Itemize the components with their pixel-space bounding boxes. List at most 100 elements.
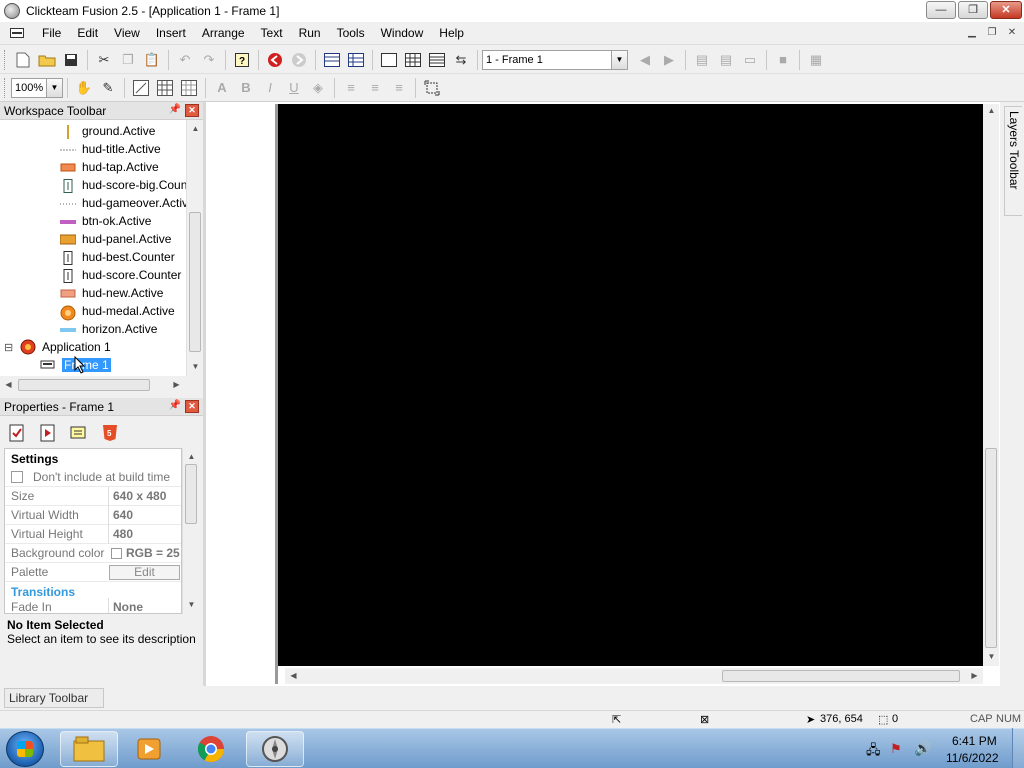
property-row[interactable]: Virtual Width 640 (5, 506, 181, 525)
pick-tool-icon[interactable]: ✎ (97, 77, 119, 99)
run-application-icon[interactable]: ▤ (691, 49, 713, 71)
save-icon[interactable] (60, 49, 82, 71)
property-value[interactable]: 640 x 480 (108, 487, 181, 506)
tree-item[interactable]: horizon.Active (60, 320, 157, 338)
scroll-left-icon[interactable]: ◀ (285, 669, 302, 683)
event-list-icon[interactable] (345, 49, 367, 71)
menu-tools[interactable]: Tools (329, 22, 373, 45)
action-center-icon[interactable]: ⚑ (890, 741, 902, 757)
scroll-down-icon[interactable]: ▼ (187, 360, 204, 374)
mdi-close-icon[interactable]: ✕ (1004, 26, 1020, 40)
taskbar-clickteam[interactable] (246, 731, 304, 767)
scroll-up-icon[interactable]: ▲ (183, 450, 200, 464)
pin-icon[interactable]: 📌 (169, 400, 181, 411)
tree-item[interactable]: hud-new.Active (60, 284, 163, 302)
menu-help[interactable]: Help (431, 22, 472, 45)
clock-time[interactable]: 6:41 PM (952, 734, 997, 748)
taskbar-media-player[interactable] (120, 731, 178, 767)
tree-item[interactable]: hud-title.Active (60, 140, 161, 158)
property-value[interactable]: None (108, 598, 181, 613)
menu-text[interactable]: Text (253, 22, 291, 45)
property-row[interactable]: Palette Edit (5, 563, 181, 582)
property-value[interactable]: RGB = 25 (126, 544, 180, 563)
mdi-minimize-icon[interactable]: ▁ (964, 26, 980, 40)
event-list-editor-icon[interactable] (426, 49, 448, 71)
run-frame-icon[interactable]: ▤ (715, 49, 737, 71)
bold-icon[interactable]: B (235, 77, 257, 99)
build-checkbox-row[interactable]: Don't include at build time (5, 468, 181, 487)
maximize-button[interactable]: ❐ (958, 1, 988, 19)
menu-run[interactable]: Run (291, 22, 329, 45)
scroll-right-icon[interactable]: ▶ (966, 669, 983, 683)
dropdown-arrow-icon[interactable]: ▼ (46, 78, 62, 97)
tree-item[interactable]: hud-best.Counter (60, 248, 175, 266)
close-panel-icon[interactable]: ✕ (185, 400, 199, 413)
storyboard-editor-icon[interactable] (321, 49, 343, 71)
color-swatch[interactable] (111, 548, 122, 559)
fill-color-icon[interactable]: ◈ (307, 77, 329, 99)
property-row[interactable]: Fade In None (5, 598, 181, 613)
minimize-button[interactable]: — (926, 1, 956, 19)
editor-hscroll[interactable]: ◀ ▶ (285, 668, 983, 684)
property-row[interactable]: Size 640 x 480 (5, 487, 181, 506)
scroll-down-icon[interactable]: ▼ (183, 598, 200, 612)
properties-vscroll[interactable]: ▲ ▼ (182, 448, 199, 614)
build-checkbox[interactable] (11, 471, 23, 483)
hand-tool-icon[interactable]: ✋ (73, 77, 95, 99)
clock-date[interactable]: 11/6/2022 (946, 751, 999, 765)
run-build-icon[interactable]: ▭ (739, 49, 761, 71)
menu-insert[interactable]: Insert (148, 22, 194, 45)
settings-tab-icon[interactable] (6, 422, 28, 444)
frame-canvas[interactable] (278, 104, 983, 666)
tree-item[interactable]: hud-medal.Active (60, 302, 175, 321)
close-panel-icon[interactable]: ✕ (185, 104, 199, 117)
menu-view[interactable]: View (106, 22, 148, 45)
html5-tab-icon[interactable]: 5 (99, 422, 121, 444)
copy-icon[interactable]: ❐ (117, 49, 139, 71)
library-toolbar-tab[interactable]: Library Toolbar (4, 688, 104, 708)
clickteam-app-icon[interactable] (4, 3, 20, 19)
pin-icon[interactable]: 📌 (169, 104, 181, 115)
font-icon[interactable]: A (211, 77, 233, 99)
palette-edit-button[interactable]: Edit (109, 565, 180, 580)
toolbar-grip[interactable] (4, 49, 7, 70)
event-editor-icon[interactable] (402, 49, 424, 71)
scroll-thumb[interactable] (185, 464, 197, 524)
taskbar-explorer[interactable] (60, 731, 118, 767)
cut-icon[interactable]: ✂ (93, 49, 115, 71)
document-icon[interactable] (10, 28, 24, 38)
zoom-dropdown[interactable]: 100% ▼ (11, 77, 63, 98)
volume-icon[interactable]: 🔊 (914, 740, 931, 757)
grid-icon[interactable] (154, 77, 176, 99)
dropdown-arrow-icon[interactable]: ▼ (611, 50, 627, 69)
collapse-icon[interactable]: ⊟ (4, 341, 16, 354)
workspace-hscroll[interactable]: ◀ ▶ (0, 376, 203, 394)
undo-icon[interactable]: ↶ (174, 49, 196, 71)
tree-item[interactable]: hud-score.Counter (60, 266, 181, 284)
scroll-left-icon[interactable]: ◀ (0, 378, 17, 392)
next-frame-icon[interactable]: ▶ (658, 49, 680, 71)
tree-item[interactable]: hud-panel.Active (59, 230, 171, 248)
mdi-restore-icon[interactable]: ❐ (984, 26, 1000, 40)
scroll-up-icon[interactable]: ▲ (187, 122, 204, 136)
build-icon[interactable]: ▦ (805, 49, 827, 71)
vscroll-thumb[interactable] (985, 448, 997, 648)
align-left-icon[interactable]: ≡ (340, 77, 362, 99)
help-icon[interactable]: ? (231, 49, 253, 71)
new-file-icon[interactable] (12, 49, 34, 71)
start-button[interactable] (6, 731, 44, 767)
property-value[interactable]: 480 (108, 525, 181, 544)
about-tab-icon[interactable] (68, 422, 90, 444)
toggle-grid-icon[interactable] (130, 77, 152, 99)
frame-editor-icon[interactable] (378, 49, 400, 71)
scroll-up-icon[interactable]: ▲ (983, 104, 1000, 118)
hscroll-thumb[interactable] (722, 670, 960, 682)
close-button[interactable]: ✕ (990, 1, 1022, 19)
frame-select-dropdown[interactable]: 1 - Frame 1 ▼ (482, 49, 628, 70)
align-right-icon[interactable]: ≡ (388, 77, 410, 99)
back-arrow-icon[interactable] (264, 49, 286, 71)
editor-vscroll[interactable]: ▲ ▼ (983, 104, 999, 666)
tree-item[interactable]: hud-gameover.Active (60, 194, 195, 212)
menu-edit[interactable]: Edit (69, 22, 106, 45)
hscroll-thumb[interactable] (18, 379, 150, 391)
